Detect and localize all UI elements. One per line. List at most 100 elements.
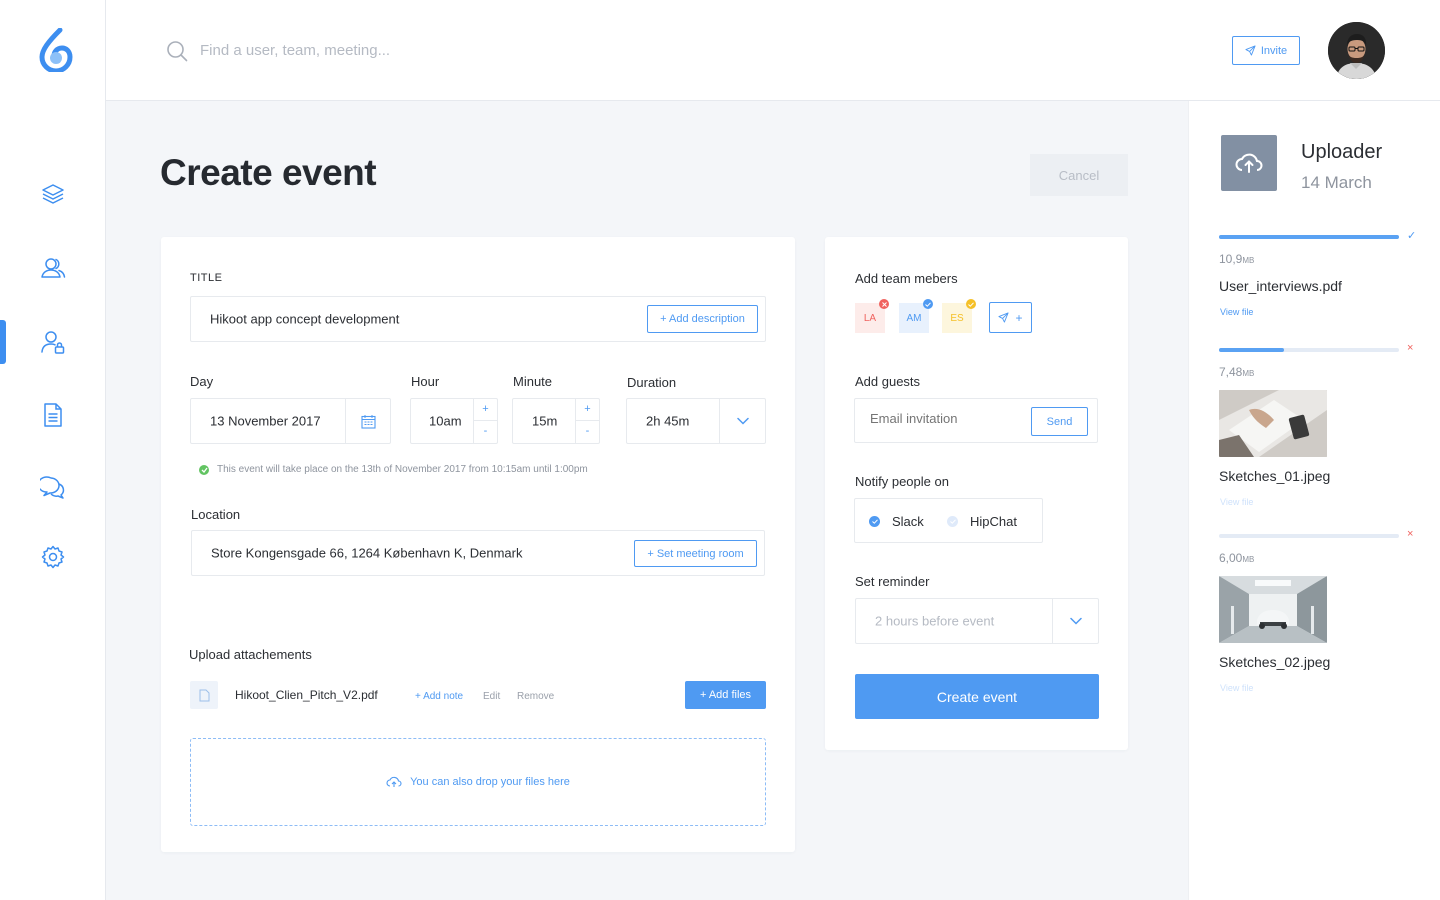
edit-link[interactable]: Edit bbox=[483, 691, 500, 702]
duration-dropdown-button[interactable] bbox=[719, 399, 765, 443]
nav-user-lock[interactable] bbox=[0, 319, 106, 365]
search-input[interactable] bbox=[200, 32, 700, 68]
check-circle-icon bbox=[199, 464, 209, 475]
reminder-label: Set reminder bbox=[855, 574, 930, 589]
upload-progress-bar bbox=[1219, 348, 1399, 352]
reminder-value: 2 hours before event bbox=[875, 613, 995, 629]
user-lock-icon bbox=[41, 331, 65, 354]
file-dropzone[interactable]: You can also drop your files here bbox=[190, 738, 766, 826]
remove-link[interactable]: Remove bbox=[517, 691, 554, 702]
upload-cancel-icon[interactable]: × bbox=[1407, 528, 1413, 540]
send-invitation-button[interactable]: Send bbox=[1031, 407, 1088, 436]
member-initials: LA bbox=[863, 312, 877, 324]
chevron-down-icon bbox=[1069, 617, 1082, 625]
calendar-button[interactable] bbox=[345, 399, 390, 443]
add-member-button[interactable]: + bbox=[989, 302, 1032, 333]
avatar[interactable] bbox=[1328, 22, 1385, 79]
attachment-row: Hikoot_Clien_Pitch_V2.pdf + Add note Edi… bbox=[190, 681, 766, 709]
member-chip-es[interactable]: ES bbox=[942, 299, 976, 333]
hour-value: 10am bbox=[429, 413, 462, 429]
upload-filename: Sketches_01.jpeg bbox=[1219, 468, 1331, 484]
member-chip-la[interactable]: LA bbox=[855, 299, 889, 333]
set-meeting-room-button[interactable]: + Set meeting room bbox=[634, 540, 757, 567]
dropzone-text: You can also drop your files here bbox=[410, 776, 570, 788]
title-field[interactable]: Hikoot app concept development + Add des… bbox=[190, 296, 766, 342]
duration-select[interactable]: 2h 45m bbox=[626, 398, 766, 444]
location-value: Store Kongensgade 66, 1264 København K, … bbox=[211, 545, 523, 561]
nav-users[interactable] bbox=[0, 245, 106, 291]
cancel-button[interactable]: Cancel bbox=[1030, 154, 1128, 196]
minute-stepper[interactable]: 15m + - bbox=[512, 398, 600, 444]
drop-logo-icon[interactable] bbox=[38, 27, 74, 74]
add-note-link[interactable]: + Add note bbox=[415, 691, 463, 702]
add-description-button[interactable]: + Add description bbox=[647, 305, 758, 333]
remove-badge-icon[interactable] bbox=[879, 299, 889, 309]
add-member-plus: + bbox=[1015, 310, 1023, 325]
notify-option-hipchat[interactable]: HipChat bbox=[947, 514, 1017, 529]
team-members-label: Add team mebers bbox=[855, 271, 958, 286]
minute-value: 15m bbox=[532, 413, 558, 429]
schedule-hint: This event will take place on the 13th o… bbox=[199, 464, 588, 475]
view-file-link[interactable]: View file bbox=[1220, 307, 1253, 317]
hour-decrement-button[interactable]: - bbox=[474, 421, 497, 443]
notify-option-label: HipChat bbox=[970, 514, 1017, 529]
sidebar-nav bbox=[0, 0, 106, 900]
upload-progress-fill bbox=[1219, 235, 1399, 239]
uploader-title: Uploader bbox=[1301, 141, 1383, 163]
upload-size-unit: MB bbox=[1242, 256, 1255, 265]
image-thumbnail[interactable] bbox=[1219, 390, 1327, 457]
upload-size-value: 7,48 bbox=[1219, 365, 1243, 379]
upload-size-unit: MB bbox=[1242, 369, 1255, 378]
unchecked-icon bbox=[947, 516, 958, 527]
event-options-card: Add team mebers LA AM ES + Add guests Se… bbox=[825, 237, 1128, 750]
day-value: 13 November 2017 bbox=[210, 413, 321, 429]
layers-icon bbox=[42, 184, 64, 204]
file-icon bbox=[190, 681, 218, 709]
minute-label: Minute bbox=[513, 374, 553, 389]
minute-decrement-button[interactable]: - bbox=[576, 421, 599, 443]
invite-button[interactable]: Invite bbox=[1232, 36, 1300, 65]
nav-layers[interactable] bbox=[0, 171, 106, 217]
duration-label: Duration bbox=[627, 375, 677, 390]
check-badge-icon bbox=[966, 299, 976, 309]
view-file-link[interactable]: View file bbox=[1220, 497, 1253, 507]
upload-filename: Sketches_02.jpeg bbox=[1219, 654, 1331, 670]
guest-email-field[interactable]: Send bbox=[854, 398, 1098, 443]
upload-size-unit: MB bbox=[1242, 555, 1255, 564]
minute-increment-button[interactable]: + bbox=[576, 399, 599, 421]
day-field[interactable]: 13 November 2017 bbox=[190, 398, 391, 444]
upload-cancel-icon[interactable]: × bbox=[1407, 342, 1413, 354]
image-thumbnail[interactable] bbox=[1219, 576, 1327, 643]
hour-stepper[interactable]: 10am + - bbox=[410, 398, 498, 444]
create-event-button[interactable]: Create event bbox=[855, 674, 1099, 719]
reminder-select[interactable]: 2 hours before event bbox=[855, 598, 1099, 644]
location-field[interactable]: Store Kongensgade 66, 1264 København K, … bbox=[191, 530, 765, 576]
hour-label: Hour bbox=[411, 374, 440, 389]
upload-complete-icon: ✓ bbox=[1407, 230, 1417, 242]
uploader-panel: Uploader 14 March ✓ 10,9MB User_intervie… bbox=[1188, 101, 1440, 900]
title-value: Hikoot app concept development bbox=[210, 311, 400, 327]
notify-option-slack[interactable]: Slack bbox=[869, 514, 924, 529]
member-chip-am[interactable]: AM bbox=[899, 299, 933, 333]
add-files-button[interactable]: + Add files bbox=[685, 681, 766, 709]
calendar-icon bbox=[360, 414, 376, 429]
check-badge-icon bbox=[923, 299, 933, 309]
document-icon bbox=[44, 403, 62, 427]
nav-chat[interactable] bbox=[0, 465, 106, 511]
cloud-upload-icon bbox=[1221, 135, 1277, 191]
minute-stepper-controls: + - bbox=[575, 399, 599, 443]
users-icon bbox=[41, 258, 66, 278]
user-photo bbox=[1328, 22, 1385, 79]
hour-increment-button[interactable]: + bbox=[474, 399, 497, 421]
title-label: TITLE bbox=[190, 272, 223, 284]
reminder-dropdown-button[interactable] bbox=[1052, 599, 1098, 643]
paper-plane-icon bbox=[1245, 45, 1256, 56]
attachments-label: Upload attachements bbox=[189, 647, 312, 662]
view-file-link[interactable]: View file bbox=[1220, 683, 1253, 693]
checked-icon bbox=[869, 516, 880, 527]
upload-filename: User_interviews.pdf bbox=[1219, 278, 1342, 294]
guest-email-input[interactable] bbox=[870, 411, 1020, 426]
nav-settings[interactable] bbox=[0, 534, 106, 580]
hour-stepper-controls: + - bbox=[473, 399, 497, 443]
nav-documents[interactable] bbox=[0, 392, 106, 438]
